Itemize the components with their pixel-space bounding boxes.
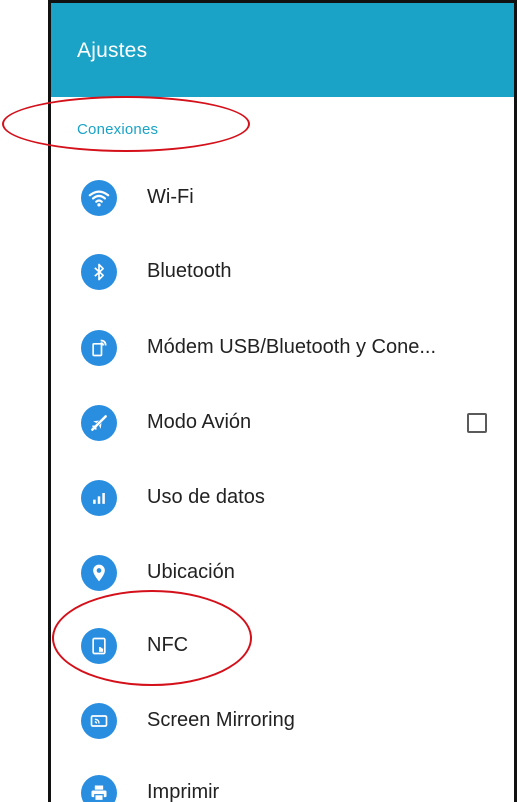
settings-item-label: Uso de datos — [147, 486, 265, 508]
airplane-mode-checkbox[interactable] — [467, 413, 487, 433]
printer-icon — [81, 775, 117, 802]
settings-item-label: Screen Mirroring — [147, 709, 295, 731]
nfc-icon — [81, 628, 117, 664]
settings-item-airplane-mode[interactable]: Modo Avión — [51, 385, 514, 461]
settings-item-label: Imprimir — [147, 781, 220, 802]
settings-item-location[interactable]: Ubicación — [51, 535, 514, 611]
settings-screen: Ajustes Conexiones Wi-Fi Bluetooth Módem… — [48, 0, 517, 802]
settings-item-tethering[interactable]: Módem USB/Bluetooth y Cone... — [51, 310, 514, 386]
wifi-icon — [81, 180, 117, 216]
settings-item-label: Módem USB/Bluetooth y Cone... — [147, 336, 437, 358]
screen-mirroring-icon — [81, 703, 117, 739]
settings-list: Wi-Fi Bluetooth Módem USB/Bluetooth y Co… — [51, 3, 514, 802]
settings-item-label: Wi-Fi — [147, 186, 194, 208]
settings-item-label: NFC — [147, 634, 189, 656]
bluetooth-icon — [81, 254, 117, 290]
settings-item-label: Bluetooth — [147, 260, 232, 282]
settings-item-wifi[interactable]: Wi-Fi — [51, 160, 514, 236]
settings-item-nfc[interactable]: NFC — [51, 608, 514, 684]
settings-item-screen-mirroring[interactable]: Screen Mirroring — [51, 683, 514, 759]
location-icon — [81, 555, 117, 591]
tethering-icon — [81, 330, 117, 366]
settings-item-data-usage[interactable]: Uso de datos — [51, 460, 514, 536]
data-usage-icon — [81, 480, 117, 516]
settings-item-bluetooth[interactable]: Bluetooth — [51, 234, 514, 310]
settings-item-label: Ubicación — [147, 561, 235, 583]
settings-item-print[interactable]: Imprimir — [51, 755, 514, 802]
settings-item-label: Modo Avión — [147, 411, 252, 433]
airplane-icon — [81, 405, 117, 441]
